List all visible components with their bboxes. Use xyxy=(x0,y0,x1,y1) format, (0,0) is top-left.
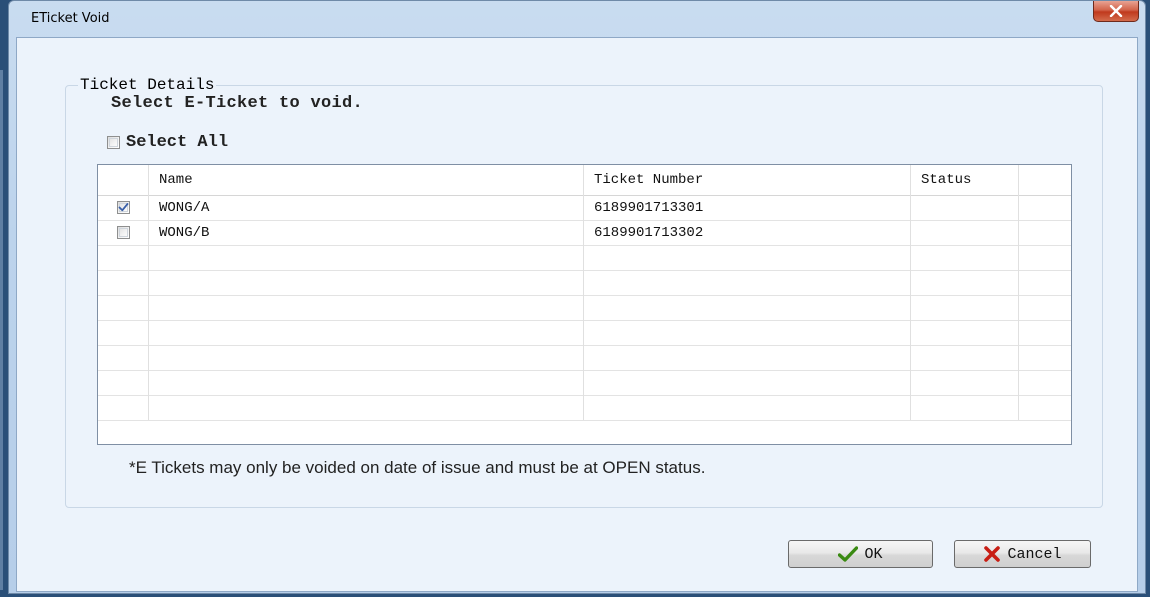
checkmark-icon xyxy=(838,546,859,562)
row-check-cell xyxy=(98,345,149,370)
status-cell xyxy=(911,320,1019,345)
void-rule-note: *E Tickets may only be voided on date of… xyxy=(129,458,706,477)
header-check-column xyxy=(98,165,149,195)
name-cell xyxy=(149,345,584,370)
name-cell xyxy=(149,270,584,295)
select-all-checkbox[interactable]: Select All xyxy=(107,133,228,152)
row-check-cell xyxy=(98,245,149,270)
select-all-label: Select All xyxy=(126,133,229,152)
row-check-cell xyxy=(98,370,149,395)
background-window-edge xyxy=(0,70,3,590)
cancel-label: Cancel xyxy=(1007,545,1062,563)
table-row-empty xyxy=(98,370,1071,396)
ticket-number-cell xyxy=(584,395,911,420)
row-check-cell xyxy=(98,270,149,295)
ticket-number-cell: 6189901713301 xyxy=(584,195,911,220)
window-title: ETicket Void xyxy=(31,11,110,26)
tickets-table: Name Ticket Number Status WONG/A 61899017… xyxy=(97,164,1072,445)
title-bar[interactable]: ETicket Void xyxy=(9,1,1145,37)
table-row[interactable]: WONG/A 6189901713301 xyxy=(98,195,1071,221)
row-check-cell xyxy=(98,320,149,345)
filler-cell xyxy=(1019,270,1071,295)
filler-cell xyxy=(1019,295,1071,320)
close-button[interactable] xyxy=(1093,1,1139,22)
name-cell xyxy=(149,295,584,320)
status-cell xyxy=(911,370,1019,395)
column-header-ticket-number[interactable]: Ticket Number xyxy=(584,165,911,195)
status-cell xyxy=(911,345,1019,370)
name-cell xyxy=(149,395,584,420)
column-header-name[interactable]: Name xyxy=(149,165,584,195)
row-checkbox[interactable] xyxy=(116,201,130,214)
table-row-empty xyxy=(98,320,1071,346)
status-cell xyxy=(911,195,1019,220)
status-cell xyxy=(911,395,1019,420)
group-legend: Ticket Details xyxy=(80,76,215,94)
red-x-icon xyxy=(983,546,1001,562)
status-cell xyxy=(911,220,1019,245)
name-cell xyxy=(149,370,584,395)
table-header: Name Ticket Number Status xyxy=(98,165,1071,196)
name-cell: WONG/A xyxy=(149,195,584,220)
name-cell: WONG/B xyxy=(149,220,584,245)
filler-cell xyxy=(1019,245,1071,270)
ticket-number-cell xyxy=(584,295,911,320)
ok-button[interactable]: OK xyxy=(788,540,933,568)
row-check-cell xyxy=(98,220,149,245)
ticket-number-cell xyxy=(584,345,911,370)
table-row-empty xyxy=(98,395,1071,421)
status-cell xyxy=(911,295,1019,320)
ticket-number-cell xyxy=(584,245,911,270)
name-cell xyxy=(149,245,584,270)
ticket-number-cell xyxy=(584,320,911,345)
eticket-void-dialog: ETicket Void Ticket Details Select E-Tic… xyxy=(8,0,1146,594)
table-row[interactable]: WONG/B 6189901713302 xyxy=(98,220,1071,246)
table-row-empty xyxy=(98,345,1071,371)
filler-cell xyxy=(1019,395,1071,420)
filler-cell xyxy=(1019,220,1071,245)
close-x-icon xyxy=(1109,5,1123,17)
row-check-cell xyxy=(98,395,149,420)
filler-cell xyxy=(1019,320,1071,345)
status-cell xyxy=(911,270,1019,295)
filler-cell xyxy=(1019,195,1071,220)
row-check-cell xyxy=(98,295,149,320)
ticket-number-cell: 6189901713302 xyxy=(584,220,911,245)
table-row-empty xyxy=(98,295,1071,321)
column-header-filler xyxy=(1019,165,1071,195)
column-header-status[interactable]: Status xyxy=(911,165,1019,195)
row-checkbox[interactable] xyxy=(116,226,130,239)
table-row-empty xyxy=(98,245,1071,271)
dialog-client-area: Ticket Details Select E-Ticket to void. … xyxy=(16,37,1138,592)
cancel-button[interactable]: Cancel xyxy=(954,540,1091,568)
filler-cell xyxy=(1019,345,1071,370)
select-all-box[interactable] xyxy=(107,136,120,149)
table-row-empty xyxy=(98,270,1071,296)
name-cell xyxy=(149,320,584,345)
ticket-number-cell xyxy=(584,270,911,295)
ticket-number-cell xyxy=(584,370,911,395)
row-check-cell xyxy=(98,195,149,220)
ok-label: OK xyxy=(864,545,883,563)
status-cell xyxy=(911,245,1019,270)
instruction-text: Select E-Ticket to void. xyxy=(111,94,364,113)
filler-cell xyxy=(1019,370,1071,395)
